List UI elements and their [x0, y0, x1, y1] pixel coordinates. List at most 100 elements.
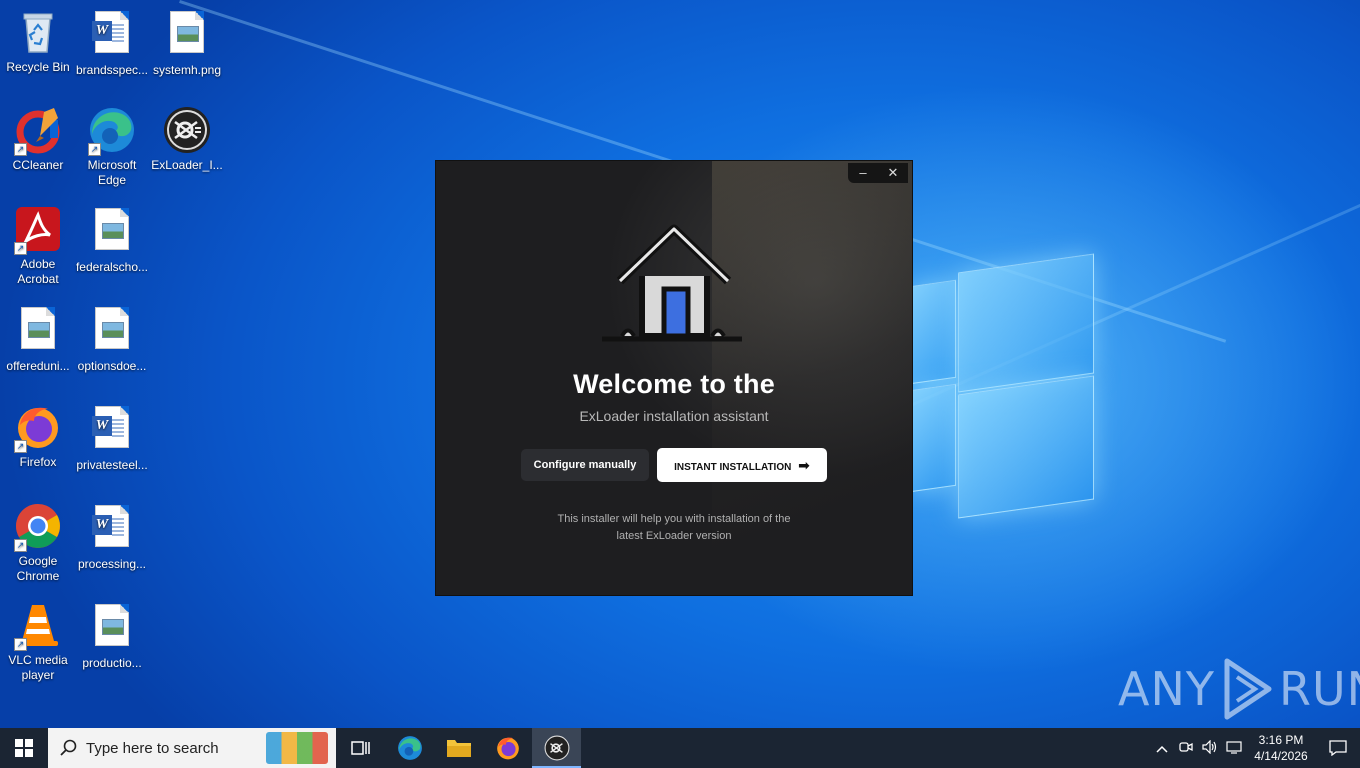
- shortcut-arrow-icon: ↗: [14, 539, 27, 552]
- desktop-icon-recycle-bin[interactable]: Recycle Bin: [0, 8, 76, 75]
- exloader-icon: [544, 735, 569, 761]
- window-controls: ‒ ✕: [848, 163, 908, 183]
- desktop-icon-systemh[interactable]: systemh.png: [149, 8, 225, 78]
- welcome-title: Welcome to the: [573, 369, 775, 399]
- firefox-icon: ↗: [14, 403, 62, 453]
- house-icon: [602, 221, 747, 346]
- desktop-icon-exloader[interactable]: ExLoader_I...: [149, 106, 225, 173]
- desktop-icon-federalscho[interactable]: federalscho...: [74, 205, 150, 275]
- word-doc-icon: W: [88, 11, 136, 59]
- shortcut-arrow-icon: ↗: [14, 143, 27, 156]
- desktop-icon-label: Adobe Acrobat: [17, 257, 59, 286]
- instant-installation-label: INSTANT INSTALLATION: [674, 462, 792, 473]
- word-doc-icon: W: [88, 406, 136, 454]
- shortcut-arrow-icon: ↗: [88, 143, 101, 156]
- clock-date: 4/14/2026: [1254, 749, 1308, 763]
- windows-logo-wallpaper: [890, 253, 1100, 519]
- desktop-icon-label: systemh.png: [152, 63, 222, 77]
- vlc-icon: ↗: [14, 601, 62, 651]
- desktop-icon-label: federalscho...: [75, 260, 149, 274]
- configure-manually-button[interactable]: Configure manually: [521, 449, 649, 481]
- desktop-icon-label: privatesteel...: [76, 458, 148, 472]
- desktop-icon-optionsdoe[interactable]: optionsdoe...: [74, 304, 150, 374]
- desktop-icon-offereduni[interactable]: offereduni...: [0, 304, 76, 374]
- desktop-icon-productio[interactable]: productio...: [74, 601, 150, 671]
- taskbar-exloader[interactable]: [532, 728, 581, 768]
- folder-icon: [446, 740, 471, 757]
- desktop-icon-processing[interactable]: W processing...: [74, 502, 150, 572]
- system-tray: 3:16 PM 4/14/2026: [1150, 728, 1360, 768]
- desktop-icon-brandsspec[interactable]: W brandsspec...: [74, 8, 150, 78]
- desktop-icon-label: offereduni...: [6, 359, 70, 373]
- installer-note: This installer will help you with instal…: [524, 511, 824, 545]
- desktop-icon-label: Firefox: [19, 455, 57, 469]
- acrobat-icon: ↗: [14, 205, 62, 255]
- desktop-icon-label: brandsspec...: [75, 63, 149, 77]
- chrome-icon: ↗: [14, 502, 62, 552]
- image-file-icon: [163, 11, 211, 59]
- image-file-icon: [88, 307, 136, 355]
- play-logo-icon: [1224, 658, 1272, 720]
- desktop-icon-adobe-acrobat[interactable]: ↗ Adobe Acrobat: [0, 205, 76, 287]
- watermark-right: RUN: [1278, 662, 1360, 716]
- desktop-icon-label: productio...: [82, 656, 142, 670]
- notification-icon: [1329, 740, 1347, 756]
- notification-center-button[interactable]: [1316, 728, 1360, 768]
- volume-icon[interactable]: [1198, 739, 1222, 757]
- search-placeholder: Type here to search: [86, 739, 219, 757]
- desktop-icon-label: CCleaner: [12, 158, 64, 172]
- search-icon: [60, 739, 77, 756]
- image-file-icon: [88, 604, 136, 652]
- edge-icon: [397, 736, 422, 760]
- start-button[interactable]: [0, 728, 48, 768]
- desktop-icon-privatesteel[interactable]: W privatesteel...: [74, 403, 150, 473]
- taskbar-search-box[interactable]: Type here to search: [48, 728, 336, 768]
- desktop-icon-label: Recycle Bin: [6, 60, 70, 74]
- exloader-icon: [163, 106, 211, 154]
- desktop-icon-label: processing...: [77, 557, 147, 571]
- desktop-icon-ccleaner[interactable]: ↗ CCleaner: [0, 106, 76, 173]
- image-file-icon: [88, 208, 136, 256]
- watermark-left: ANY: [1118, 662, 1215, 716]
- taskbar-firefox[interactable]: [483, 728, 532, 768]
- desktop-icon-label: ExLoader_I...: [151, 158, 223, 172]
- shortcut-arrow-icon: ↗: [14, 242, 27, 255]
- task-view-icon: [350, 741, 370, 755]
- image-file-icon: [14, 307, 62, 355]
- chevron-up-icon[interactable]: [1150, 741, 1174, 756]
- taskbar-clock[interactable]: 3:16 PM 4/14/2026: [1246, 732, 1316, 764]
- edge-icon: ↗: [88, 106, 136, 156]
- instant-installation-button[interactable]: INSTANT INSTALLATION ➡: [657, 448, 827, 482]
- meet-now-icon[interactable]: [1174, 740, 1198, 757]
- shortcut-arrow-icon: ↗: [14, 638, 27, 651]
- recycle-bin-icon: [14, 8, 62, 56]
- windows-start-icon: [15, 739, 33, 757]
- taskbar-file-explorer[interactable]: [434, 728, 483, 768]
- close-button[interactable]: ✕: [878, 163, 908, 183]
- taskbar: Type here to search 3:16 PM 4/14/2026: [0, 728, 1360, 768]
- note-line-2: latest ExLoader version: [616, 530, 732, 542]
- desktop-icon-firefox[interactable]: ↗ Firefox: [0, 403, 76, 470]
- task-view-button[interactable]: [336, 728, 385, 768]
- ccleaner-icon: ↗: [14, 106, 62, 156]
- desktop-icon-label: Google Chrome: [16, 554, 60, 583]
- minimize-button[interactable]: ‒: [848, 163, 878, 183]
- desktop-icon-vlc[interactable]: ↗ VLC media player: [0, 601, 76, 683]
- welcome-subtitle: ExLoader installation assistant: [579, 408, 769, 424]
- network-icon[interactable]: [1222, 740, 1246, 757]
- desktop-icon-microsoft-edge[interactable]: ↗ Microsoft Edge: [74, 106, 150, 188]
- firefox-icon: [496, 737, 519, 760]
- word-doc-icon: W: [88, 505, 136, 553]
- taskbar-edge[interactable]: [385, 728, 434, 768]
- desktop: Recycle Bin ↗ CCleaner ↗ Adobe Acrobat o…: [0, 0, 1360, 728]
- desktop-icon-label: VLC media player: [8, 653, 68, 682]
- clock-time: 3:16 PM: [1258, 733, 1304, 747]
- exloader-installer-window: ‒ ✕ Welcome to the ExLoader installation…: [436, 161, 912, 595]
- desktop-icon-label: optionsdoe...: [77, 359, 147, 373]
- desktop-icon-google-chrome[interactable]: ↗ Google Chrome: [0, 502, 76, 584]
- shortcut-arrow-icon: ↗: [14, 440, 27, 453]
- search-highlight-image: [266, 732, 328, 764]
- note-line-1: This installer will help you with instal…: [557, 513, 791, 525]
- anyrun-watermark: ANY RUN: [1118, 654, 1360, 724]
- arrow-right-icon: ➡: [798, 457, 810, 473]
